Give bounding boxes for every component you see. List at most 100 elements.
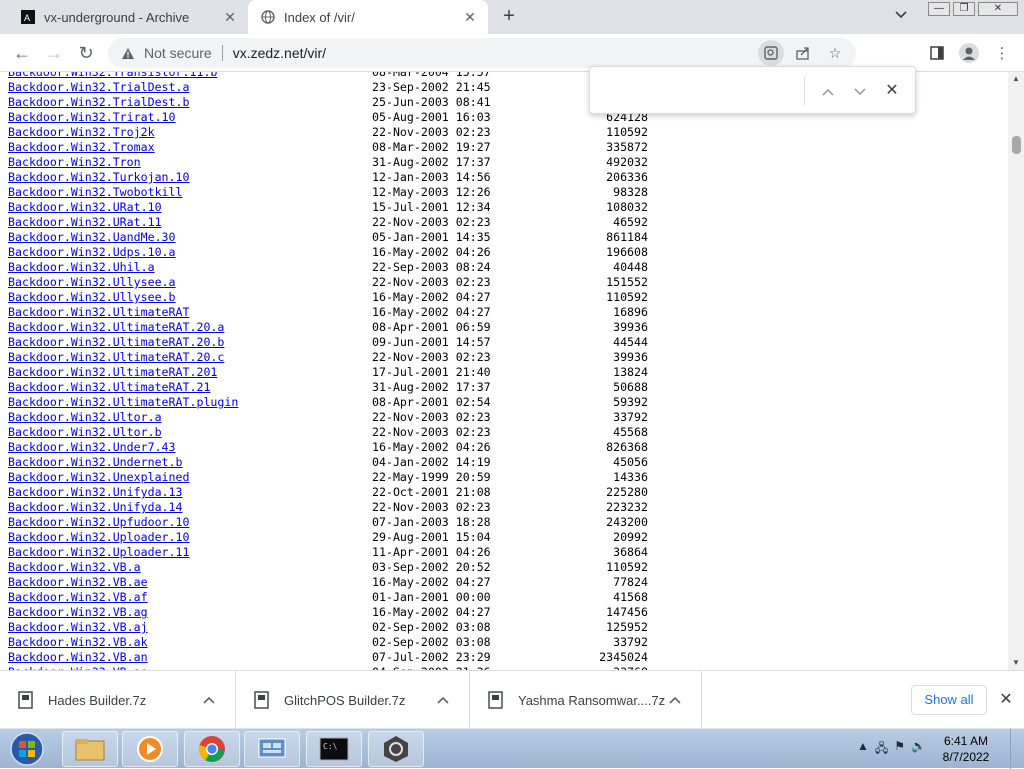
file-link[interactable]: Backdoor.Win32.UandMe.30 [8,230,176,245]
find-close-icon[interactable]: ✕ [880,79,904,103]
file-link[interactable]: Backdoor.Win32.UltimateRAT [8,305,189,320]
forward-arrow-icon[interactable]: → [42,41,66,65]
file-link[interactable]: Backdoor.Win32.URat.11 [8,215,162,230]
minimize-icon[interactable]: — [928,2,950,16]
reload-icon[interactable]: ↻ [74,41,98,65]
vertical-scrollbar[interactable]: ▲ ▼ [1008,72,1024,670]
file-link[interactable]: Backdoor.Win32.UltimateRAT.21 [8,380,210,395]
file-link[interactable]: Backdoor.Win32.VB.ae [8,575,148,590]
file-size: 110592 [606,125,648,139]
file-date: 22-Oct-2001 21:08 [372,485,491,499]
find-previous-chevron-icon[interactable] [816,79,840,103]
find-next-chevron-icon[interactable] [848,79,872,103]
listing-row: Backdoor.Win32.VB.af 01-Jan-2001 00:00 415… [8,590,648,605]
file-date: 08-Apr-2001 06:59 [372,320,491,334]
file-link[interactable]: Backdoor.Win32.VB.a [8,560,141,575]
file-link[interactable]: Backdoor.Win32.Ullysee.a [8,275,176,290]
back-arrow-icon[interactable]: ← [10,41,34,65]
scroll-thumb[interactable] [1012,136,1021,154]
security-label[interactable]: Not secure [144,45,212,61]
file-link[interactable]: Backdoor.Win32.Upfudoor.10 [8,515,189,530]
file-link[interactable]: Backdoor.Win32.UltimateRAT.20.b [8,335,224,350]
windows-start-orb-icon[interactable] [4,730,50,768]
command-prompt-icon[interactable]: C:\ [306,731,362,767]
window-close-icon[interactable]: ✕ [978,2,1018,16]
file-link[interactable]: Backdoor.Win32.Tron [8,155,141,170]
chrome-icon[interactable] [184,731,240,767]
download-item[interactable]: Hades Builder.7z [0,671,236,729]
page-content: Backdoor.Win32.Transistor.11.b 08-Mar-200… [0,72,1008,670]
find-input[interactable] [602,79,800,103]
media-player-icon[interactable] [122,731,178,767]
app-icon[interactable] [368,731,424,767]
restore-icon[interactable]: ❐ [953,2,975,16]
listing-row: Backdoor.Win32.Unifyda.13 22-Oct-2001 21:… [8,485,648,500]
file-explorer-icon[interactable] [62,731,118,767]
side-panel-icon[interactable] [926,42,948,64]
listing-row: Backdoor.Win32.Upfudoor.10 07-Jan-2003 18… [8,515,648,530]
file-link[interactable]: Backdoor.Win32.UltimateRAT.plugin [8,395,238,410]
file-link[interactable]: Backdoor.Win32.Unifyda.14 [8,500,183,515]
file-link[interactable]: Backdoor.Win32.Under7.43 [8,440,176,455]
tab-index-of-vir[interactable]: Index of /vir/ ✕ [248,0,488,34]
file-link[interactable]: Backdoor.Win32.Ultor.b [8,425,162,440]
bookmark-star-icon[interactable]: ☆ [822,40,848,66]
file-link[interactable]: Backdoor.Win32.Troj2k [8,125,155,140]
profile-avatar-icon[interactable] [958,42,980,64]
file-link[interactable]: Backdoor.Win32.Trirat.10 [8,110,176,125]
download-item[interactable]: GlitchPOS Builder.7z [236,671,470,729]
file-link[interactable]: Backdoor.Win32.VB.aj [8,620,148,635]
show-desktop-button[interactable] [1010,729,1024,769]
url-text[interactable]: vx.zedz.net/vir/ [233,45,326,61]
file-link[interactable]: Backdoor.Win32.Turkojan.10 [8,170,189,185]
show-hidden-icons-icon[interactable]: ▲ [857,739,869,760]
scroll-down-arrow-icon[interactable]: ▼ [1008,656,1024,670]
file-link[interactable]: Backdoor.Win32.UltimateRAT.20.a [8,320,224,335]
file-link[interactable]: Backdoor.Win32.Unifyda.13 [8,485,183,500]
file-link[interactable]: Backdoor.Win32.Uploader.10 [8,530,189,545]
tab-search-chevron-icon[interactable] [895,8,907,22]
file-link[interactable]: Backdoor.Win32.Tromax [8,140,155,155]
volume-icon[interactable]: 🔊 [911,739,926,760]
warning-triangle-icon[interactable] [120,45,136,61]
tab-close-icon[interactable]: ✕ [220,9,240,26]
file-link[interactable]: Backdoor.Win32.TrialDest.a [8,80,189,95]
file-link[interactable]: Backdoor.Win32.UltimateRAT.201 [8,365,217,380]
file-link[interactable]: Backdoor.Win32.Transistor.11.b [8,72,217,80]
address-bar[interactable]: Not secure vx.zedz.net/vir/ ☆ [108,38,856,68]
file-link[interactable]: Backdoor.Win32.Ultor.a [8,410,162,425]
action-center-flag-icon[interactable]: ⚑ [894,739,905,760]
network-icon[interactable]: 🖧 [875,739,888,760]
download-menu-chevron-icon[interactable] [199,693,219,707]
file-link[interactable]: Backdoor.Win32.Ullysee.b [8,290,176,305]
control-panel-icon[interactable] [244,731,300,767]
download-menu-chevron-icon[interactable] [665,693,685,707]
file-link[interactable]: Backdoor.Win32.VB.ak [8,635,148,650]
file-link[interactable]: Backdoor.Win32.VB.af [8,590,148,605]
file-link[interactable]: Backdoor.Win32.Unexplained [8,470,189,485]
scroll-up-arrow-icon[interactable]: ▲ [1008,72,1024,86]
file-link[interactable]: Backdoor.Win32.URat.10 [8,200,162,215]
tab-vx-underground[interactable]: A vx-underground - Archive ✕ [8,0,248,34]
file-date: 02-Sep-2002 03:08 [372,620,491,634]
file-link[interactable]: Backdoor.Win32.UltimateRAT.20.c [8,350,224,365]
file-link[interactable]: Backdoor.Win32.TrialDest.b [8,95,189,110]
share-icon[interactable] [790,40,816,66]
system-clock[interactable]: 6:41 AM 8/7/2022 [936,733,996,765]
downloads-close-icon[interactable]: ✕ [996,690,1016,710]
new-tab-plus-icon[interactable]: + [498,5,520,29]
file-link[interactable]: Backdoor.Win32.Uploader.11 [8,545,189,560]
download-menu-chevron-icon[interactable] [433,693,453,707]
file-link[interactable]: Backdoor.Win32.Twobotkill [8,185,183,200]
file-link[interactable]: Backdoor.Win32.Udps.10.a [8,245,176,260]
find-zoom-icon[interactable] [758,40,784,66]
file-date: 22-Nov-2003 02:23 [372,425,491,439]
show-all-button[interactable]: Show all [911,685,987,715]
file-link[interactable]: Backdoor.Win32.Uhil.a [8,260,155,275]
tab-close-icon[interactable]: ✕ [460,9,480,26]
download-item[interactable]: Yashma Ransomwar....7z [470,671,702,729]
file-link[interactable]: Backdoor.Win32.Undernet.b [8,455,183,470]
menu-kebab-icon[interactable]: ⋮ [991,42,1013,64]
file-link[interactable]: Backdoor.Win32.VB.ag [8,605,148,620]
file-link[interactable]: Backdoor.Win32.VB.an [8,650,148,665]
